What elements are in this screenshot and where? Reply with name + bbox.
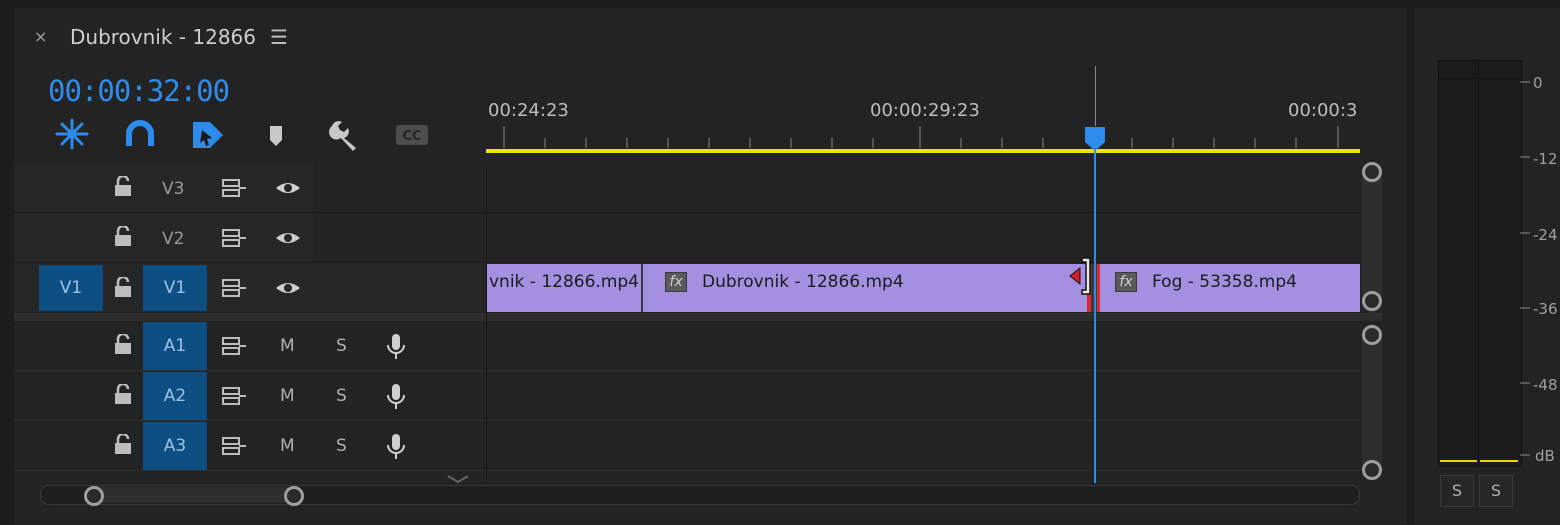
meter-level-right: [1480, 460, 1518, 462]
magnet-icon[interactable]: [122, 118, 158, 152]
meter-scale-ticks: [1520, 81, 1530, 456]
ruler-timecode: 00:24:23: [488, 100, 569, 121]
meter-scale-label: -48: [1533, 376, 1558, 394]
close-tab-button[interactable]: ×: [34, 27, 47, 46]
scrollbar-handle[interactable]: [1362, 460, 1382, 480]
marker-icon[interactable]: [258, 118, 294, 152]
mute-button[interactable]: M: [280, 386, 295, 406]
lock-icon[interactable]: [113, 434, 133, 456]
track-label-v2[interactable]: V2: [162, 229, 184, 249]
captions-icon[interactable]: CC: [394, 118, 430, 152]
linked-selection-icon[interactable]: [190, 118, 226, 152]
scrollbar-handle[interactable]: [1362, 162, 1382, 182]
svg-text:CC: CC: [402, 129, 421, 144]
horizontal-scroll-thumb[interactable]: [94, 487, 294, 503]
scrollbar-handle[interactable]: [1362, 291, 1382, 311]
wrench-icon[interactable]: [326, 118, 362, 152]
sync-lock-icon[interactable]: [221, 436, 247, 456]
meter-scale-label: 0: [1533, 74, 1543, 92]
meter-scale-label: -12: [1533, 150, 1558, 168]
microphone-icon[interactable]: [385, 432, 407, 462]
sync-lock-icon[interactable]: [221, 228, 247, 248]
solo-button[interactable]: S: [336, 436, 347, 456]
playhead-line[interactable]: [1094, 150, 1096, 483]
lock-icon[interactable]: [113, 176, 133, 198]
work-area-bar[interactable]: [486, 149, 1360, 153]
track-area[interactable]: [486, 163, 1360, 483]
solo-button[interactable]: S: [336, 386, 347, 406]
fx-badge[interactable]: fx: [665, 272, 687, 292]
scrollbar-handle[interactable]: [1362, 325, 1382, 345]
sync-lock-icon[interactable]: [221, 386, 247, 406]
mute-button[interactable]: M: [280, 336, 295, 356]
peak-indicator[interactable]: [1438, 60, 1520, 79]
meter-scale-label: -24: [1533, 226, 1558, 244]
track-target-a1[interactable]: A1: [143, 322, 207, 370]
meter-unit-label: dB: [1535, 447, 1555, 465]
time-ruler[interactable]: [486, 124, 1360, 150]
track-target-a2[interactable]: A2: [143, 372, 207, 420]
ripple-trim-cursor-icon: [1069, 257, 1091, 295]
lock-icon[interactable]: [113, 334, 133, 356]
fx-badge[interactable]: fx: [1115, 272, 1137, 292]
playhead-timecode[interactable]: 00:00:32:00: [48, 74, 230, 108]
ruler-timecode: 00:00:29:23: [870, 100, 980, 121]
solo-left-button[interactable]: S: [1440, 475, 1474, 507]
track-target-v1[interactable]: V1: [143, 265, 207, 311]
playhead-handle[interactable]: [1084, 126, 1106, 152]
sync-lock-icon[interactable]: [221, 278, 247, 298]
microphone-icon[interactable]: [385, 382, 407, 412]
clip-name: Fog - 53358.mp4: [1152, 272, 1297, 292]
snap-insert-icon[interactable]: [54, 118, 90, 152]
scrollbar-handle[interactable]: [84, 486, 104, 506]
eye-icon[interactable]: [274, 228, 302, 248]
track-target-a3[interactable]: A3: [143, 422, 207, 470]
ruler-timecode: 00:00:3: [1288, 100, 1358, 121]
solo-right-button[interactable]: S: [1479, 475, 1513, 507]
sequence-title[interactable]: Dubrovnik - 12866: [70, 25, 256, 49]
lock-icon[interactable]: [113, 384, 133, 406]
lock-icon[interactable]: [113, 226, 133, 248]
eye-icon[interactable]: [274, 278, 302, 298]
clip-name: vnik - 12866.mp4: [489, 272, 639, 292]
eye-icon[interactable]: [274, 178, 302, 198]
clip-name: Dubrovnik - 12866.mp4: [702, 272, 904, 292]
lock-icon[interactable]: [113, 277, 133, 299]
scrollbar-handle[interactable]: [284, 486, 304, 506]
mute-button[interactable]: M: [280, 436, 295, 456]
meter-scale-label: -36: [1533, 300, 1558, 318]
sync-lock-icon[interactable]: [221, 336, 247, 356]
sync-lock-icon[interactable]: [221, 178, 247, 198]
panel-menu-icon[interactable]: ☰: [270, 25, 288, 49]
chevron-down-icon: [447, 475, 469, 484]
microphone-icon[interactable]: [385, 332, 407, 362]
track-label-v3[interactable]: V3: [162, 179, 184, 199]
audio-meter: [1438, 60, 1522, 467]
audio-scrollbar[interactable]: [1362, 324, 1382, 478]
solo-button[interactable]: S: [336, 336, 347, 356]
video-audio-divider[interactable]: [14, 313, 1382, 321]
source-patch-v1[interactable]: V1: [39, 265, 103, 311]
meter-level-left: [1440, 460, 1477, 462]
